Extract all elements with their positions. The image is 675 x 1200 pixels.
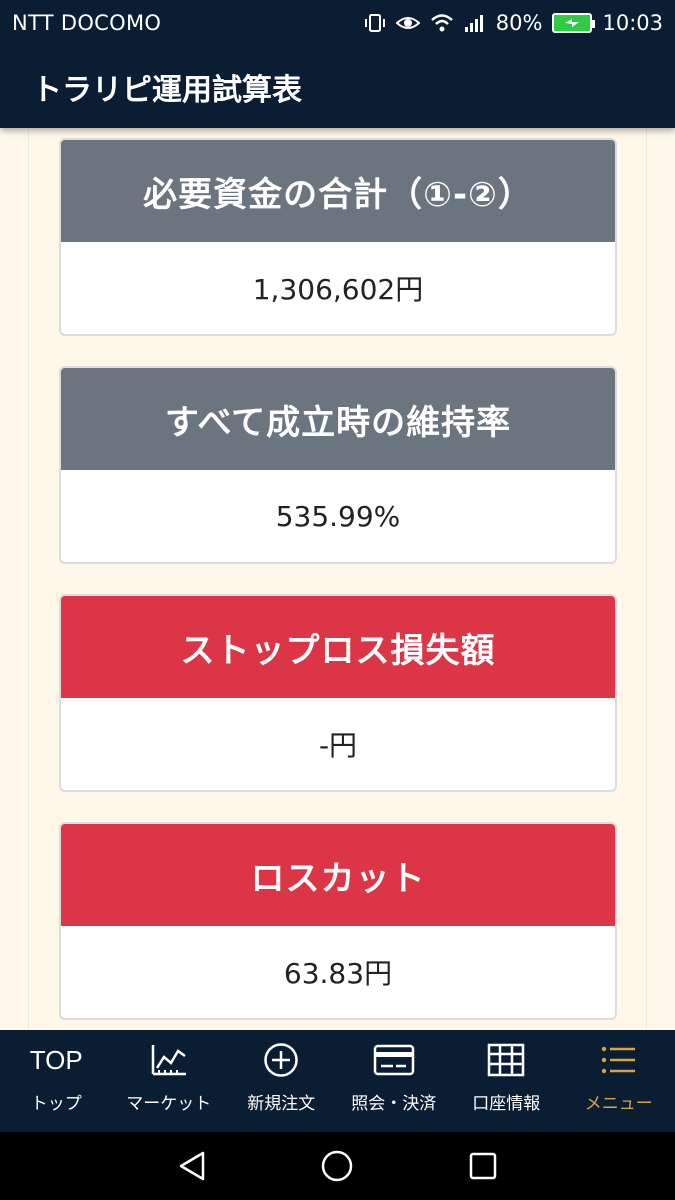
card-required-funds: 必要資金の合計（①-②） 1,306,602円 [59,138,617,336]
card-stop-loss: ストップロス損失額 -円 [59,594,617,792]
card-title: ストップロス損失額 [61,596,615,698]
nav-label: メニュー [584,1094,653,1114]
nav-label: 口座情報 [472,1094,541,1114]
card-value: -円 [318,729,358,762]
battery-percent: 80% [495,11,543,35]
android-nav-bar [0,1132,675,1200]
battery-icon [552,13,596,33]
card-maintenance-rate: すべて成立時の維持率 535.99% [59,366,617,564]
nav-top[interactable]: TOP トップ [0,1030,113,1132]
grid-icon [487,1039,525,1081]
card-value: 535.99% [275,499,401,533]
chart-icon [150,1039,188,1081]
nav-new-order[interactable]: 新規注文 [225,1030,338,1132]
menu-icon [601,1039,637,1081]
plus-circle-icon [263,1039,299,1081]
card-title: 必要資金の合計（①-②） [61,140,615,242]
status-icons: 80% 10:03 [364,11,663,35]
wifi-icon [430,13,454,33]
bottom-nav: TOP トップ マーケット 新規注文 照会・決済 口座情報 メニュー [0,1030,675,1132]
app-header: トラリピ運用試算表 [0,46,675,128]
back-icon[interactable] [177,1150,207,1182]
eye-icon [395,13,420,33]
status-bar: NTT DOCOMO 80% 10:03 [0,0,675,46]
card-value: 1,306,602円 [252,273,424,306]
card-title: すべて成立時の維持率 [61,368,615,470]
top-text-icon: TOP [29,1044,83,1075]
card-loss-cut: ロスカット 63.83円 [59,822,617,1020]
card-value: 63.83円 [283,957,393,990]
carrier-name: NTT DOCOMO [12,11,162,35]
recents-icon[interactable] [468,1151,498,1181]
nav-account-info[interactable]: 口座情報 [450,1030,563,1132]
content-panel: 必要資金の合計（①-②） 1,306,602円 すべて成立時の維持率 535.9… [28,128,647,1030]
card-title: ロスカット [61,824,615,926]
nav-inquiry-settlement[interactable]: 照会・決済 [338,1030,451,1132]
clock-time: 10:03 [602,11,663,35]
nav-label: 照会・決済 [351,1094,437,1114]
signal-icon [464,13,486,33]
nav-label: 新規注文 [247,1094,316,1114]
card-icon [373,1039,415,1081]
vibrate-icon [364,12,386,34]
nav-label: トップ [30,1094,82,1114]
home-icon[interactable] [320,1149,354,1183]
page-title: トラリピ運用試算表 [32,73,302,108]
nav-market[interactable]: マーケット [113,1030,226,1132]
main-content[interactable]: 必要資金の合計（①-②） 1,306,602円 すべて成立時の維持率 535.9… [28,128,647,1030]
nav-label: マーケット [126,1094,212,1114]
nav-menu[interactable]: メニュー [563,1030,675,1132]
